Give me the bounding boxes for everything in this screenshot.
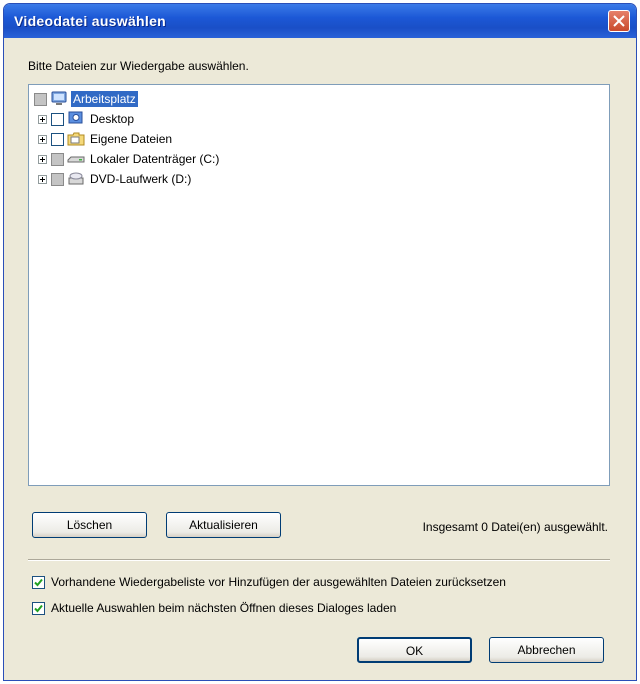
tree-item-lokaler-datentraeger[interactable]: Lokaler Datenträger (C:) (38, 150, 221, 168)
desktop-icon (68, 111, 83, 124)
window-title: Videodatei auswählen (14, 13, 167, 29)
option-reset-playlist[interactable]: Vorhandene Wiedergabeliste vor Hinzufüge… (32, 575, 506, 589)
tree-expander-desktop[interactable] (38, 114, 47, 124)
delete-button[interactable]: Löschen (32, 512, 147, 538)
tree-expander-eigene-dateien[interactable] (38, 134, 47, 144)
dvd-drive-icon (68, 172, 84, 185)
tree-checkbox-lokaler-datentraeger[interactable] (51, 152, 64, 166)
tree-label-desktop: Desktop (90, 112, 135, 126)
tree-checkbox-eigene-dateien[interactable] (51, 132, 64, 146)
drive-icon (67, 156, 85, 163)
dialog-window: Videodatei auswählen Bitte Dateien zur W… (3, 3, 637, 681)
selection-count: Insgesamt 0 Datei(en) ausgewählt. (422, 520, 608, 534)
tree-label-arbeitsplatz: Arbeitsplatz (71, 91, 138, 107)
tree-expander-dvd-laufwerk[interactable] (38, 174, 47, 184)
option-load-selection[interactable]: Aktuelle Auswahlen beim nächsten Öffnen … (32, 601, 396, 615)
tree-item-eigene-dateien[interactable]: Eigene Dateien (38, 130, 174, 148)
file-tree[interactable]: Arbeitsplatz Desktop Eigene Dateien Loka… (28, 84, 610, 486)
title-bar[interactable]: Videodatei auswählen (4, 4, 636, 38)
instruction-text: Bitte Dateien zur Wiedergabe auswählen. (28, 59, 249, 73)
tree-item-dvd-laufwerk[interactable]: DVD-Laufwerk (D:) (38, 170, 193, 188)
refresh-button[interactable]: Aktualisieren (166, 512, 281, 538)
option-reset-playlist-label: Vorhandene Wiedergabeliste vor Hinzufüge… (51, 575, 506, 589)
computer-icon (51, 91, 67, 105)
tree-checkbox-dvd-laufwerk[interactable] (51, 172, 64, 186)
tree-label-lokaler-datentraeger: Lokaler Datenträger (C:) (90, 152, 220, 166)
close-button[interactable] (608, 10, 630, 32)
tree-label-dvd-laufwerk: DVD-Laufwerk (D:) (90, 172, 192, 186)
divider (28, 559, 610, 561)
tree-item-arbeitsplatz[interactable]: Arbeitsplatz (34, 90, 138, 108)
checkmark-icon (34, 578, 43, 586)
option-load-selection-label: Aktuelle Auswahlen beim nächsten Öffnen … (51, 601, 397, 615)
tree-item-desktop[interactable]: Desktop (38, 110, 136, 128)
option-reset-playlist-checkbox[interactable] (32, 575, 45, 589)
tree-checkbox-arbeitsplatz[interactable] (34, 92, 47, 106)
checkmark-icon (34, 604, 43, 612)
option-load-selection-checkbox[interactable] (32, 601, 45, 615)
close-icon (613, 15, 625, 27)
ok-button[interactable]: OK (357, 637, 472, 663)
folder-icon (67, 132, 85, 146)
tree-expander-lokaler-datentraeger[interactable] (38, 154, 47, 164)
cancel-button[interactable]: Abbrechen (489, 637, 604, 663)
tree-label-eigene-dateien: Eigene Dateien (90, 132, 173, 146)
tree-checkbox-desktop[interactable] (51, 112, 64, 126)
